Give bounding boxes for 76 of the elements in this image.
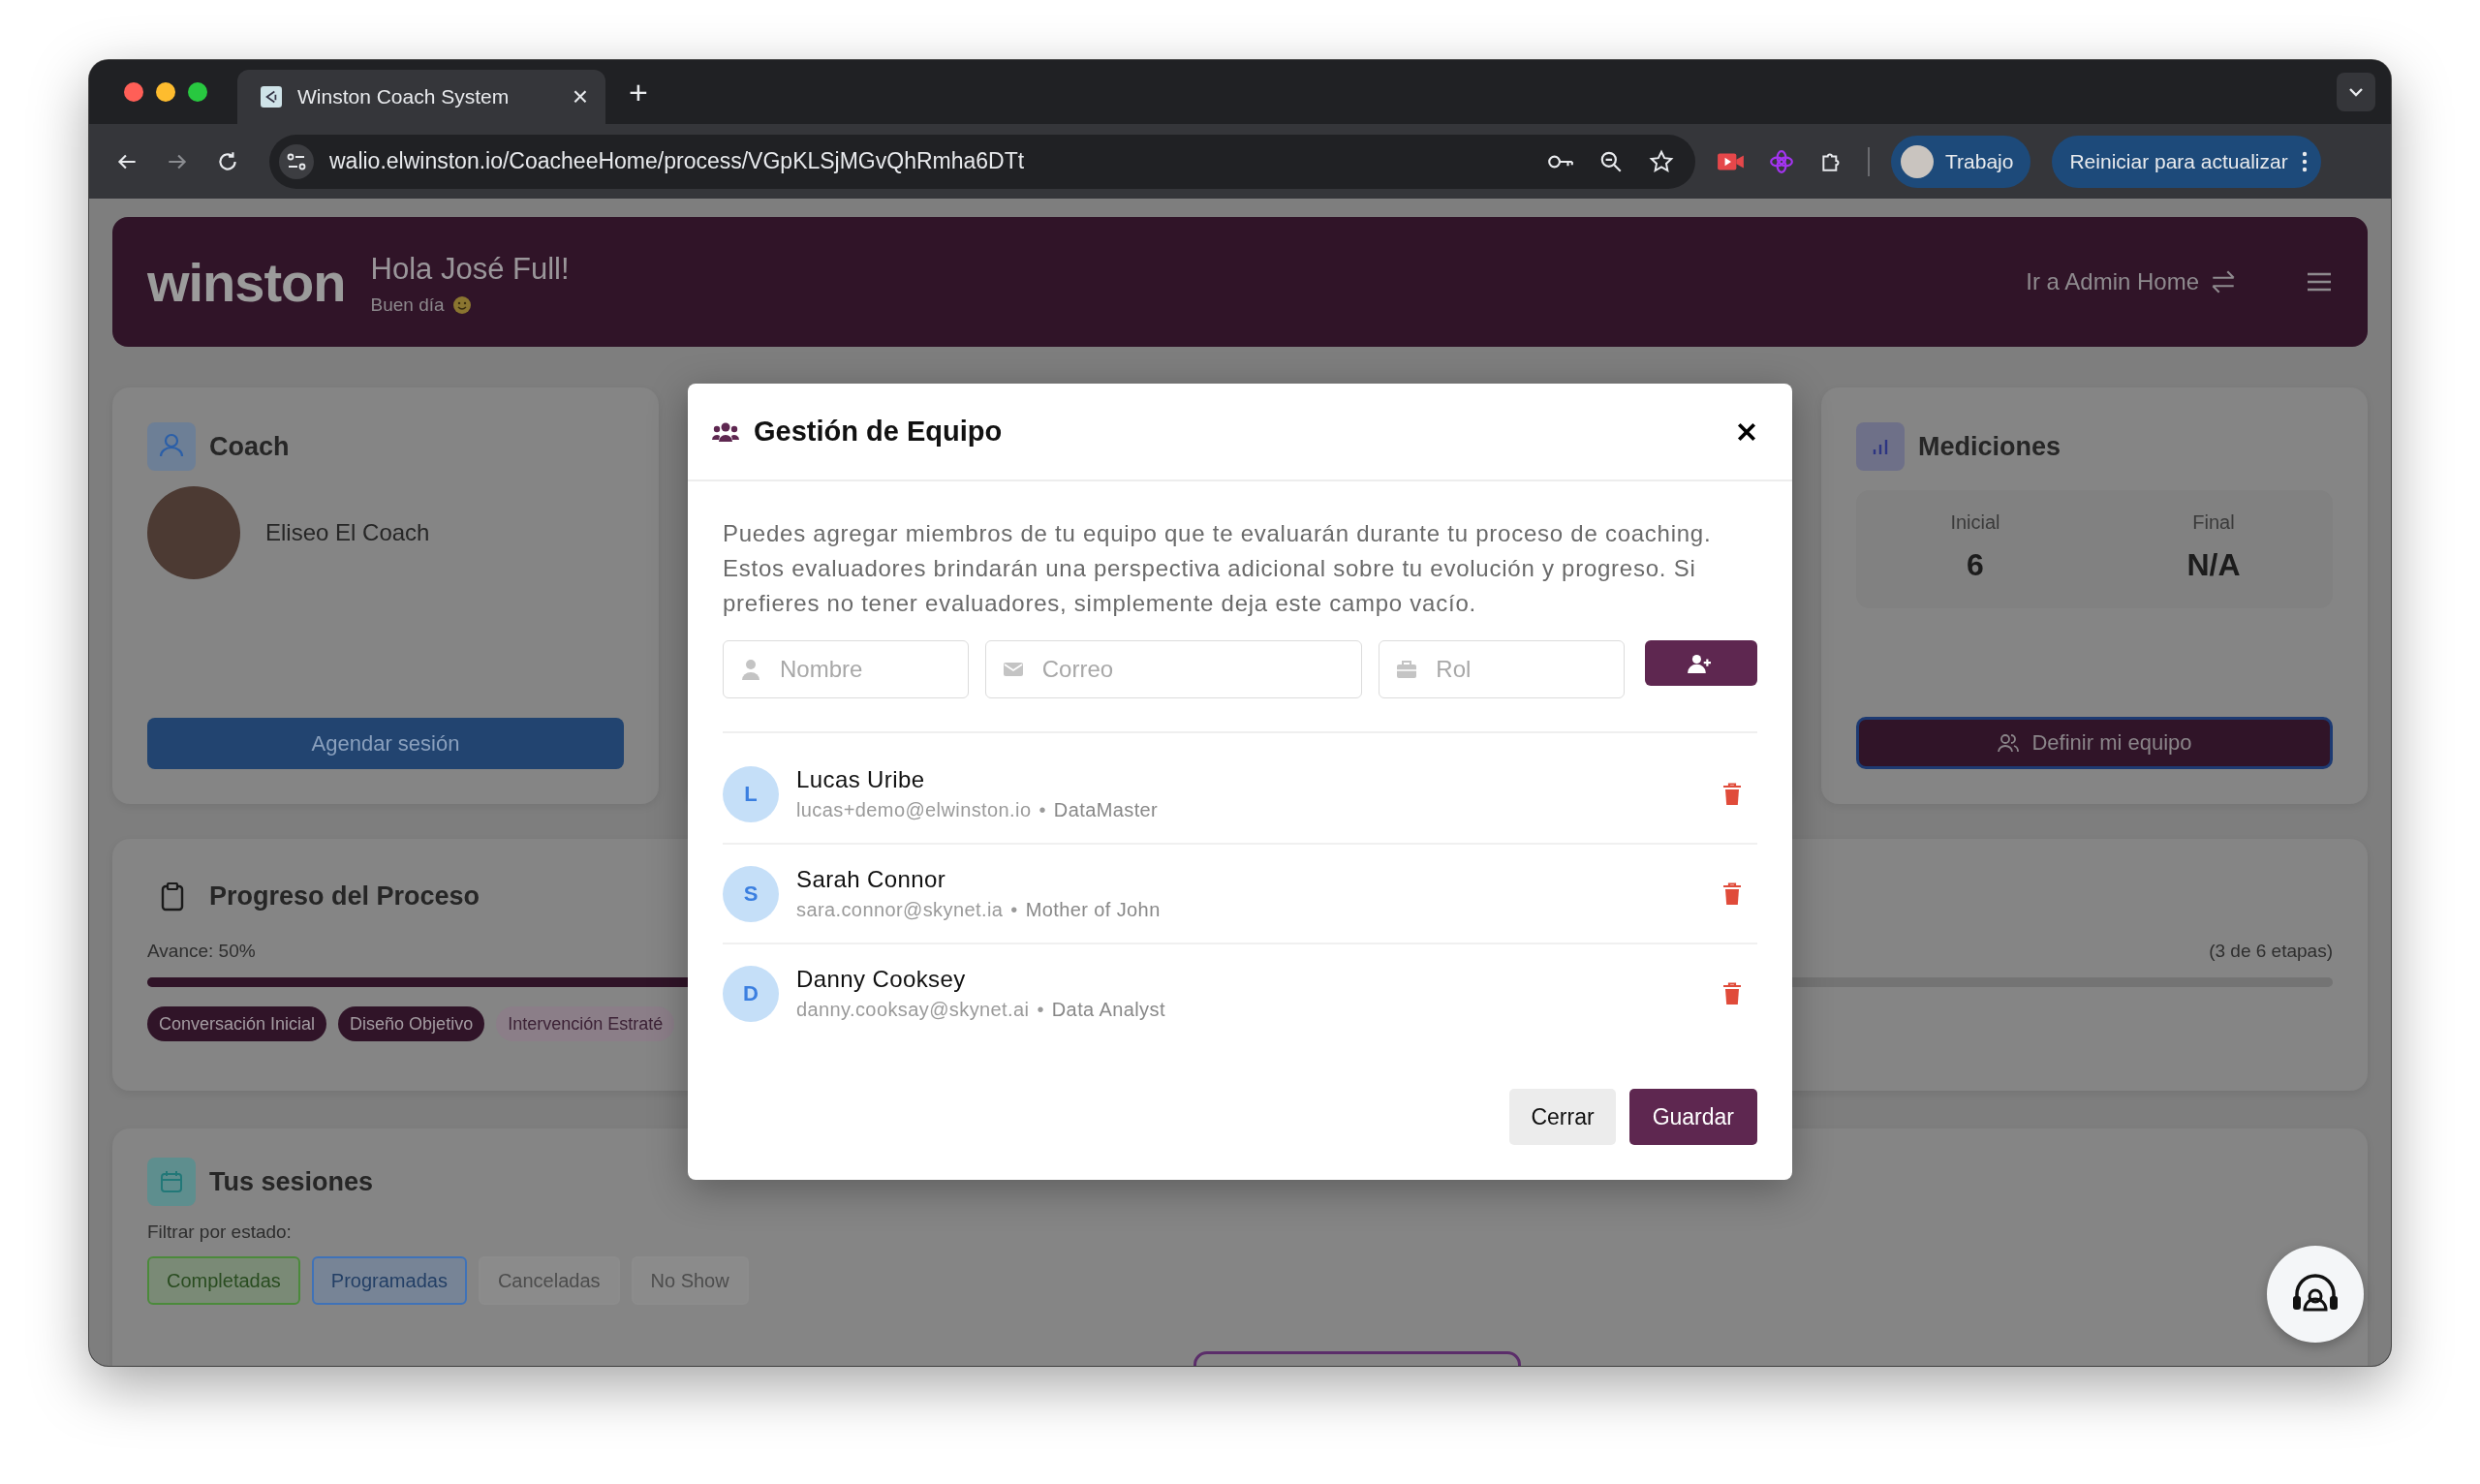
member-email: sara.connor@skynet.ia — [796, 899, 1004, 921]
initial-avatar: L — [723, 765, 779, 822]
stat-label: Final — [2192, 511, 2235, 534]
bookmark-star-icon[interactable] — [1647, 148, 1676, 174]
card-title: Coach — [209, 431, 290, 462]
menu-icon[interactable] — [2306, 271, 2333, 293]
separator-dot: • — [1038, 799, 1046, 821]
browser-tab[interactable]: Winston Coach System × — [237, 70, 605, 124]
separator-dot: • — [1037, 999, 1044, 1021]
person-icon — [740, 659, 761, 680]
update-button[interactable]: Reiniciar para actualizar — [2052, 135, 2321, 188]
new-tab-button[interactable]: + — [629, 76, 648, 108]
greeting: Hola José Full! — [370, 252, 570, 287]
stat-label: Inicial — [1950, 511, 2000, 534]
name-field[interactable]: Nombre — [723, 640, 969, 698]
member-role: Mother of John — [1025, 899, 1161, 921]
briefcase-icon — [1396, 659, 1418, 680]
member-role: DataMaster — [1053, 799, 1159, 821]
bar-chart-icon — [1856, 422, 1905, 471]
role-field[interactable]: Rol — [1379, 640, 1626, 698]
stage-tag: Intervención Estraté — [496, 1006, 675, 1041]
smiley-icon — [451, 295, 472, 315]
profile-avatar-icon — [1901, 144, 1934, 178]
define-team-button[interactable]: Definir mi equipo — [1856, 717, 2333, 769]
group-icon — [711, 420, 740, 443]
calendar-icon — [147, 1158, 196, 1206]
trash-icon[interactable] — [1722, 981, 1742, 1005]
profile-button[interactable]: Trabajo — [1891, 135, 2031, 188]
maximize-window-icon[interactable] — [188, 82, 207, 102]
initial-avatar: S — [723, 865, 779, 922]
member-role: Data Analyst — [1051, 999, 1165, 1021]
clipboard-icon — [161, 881, 184, 912]
minimize-window-icon[interactable] — [156, 82, 175, 102]
site-settings-icon[interactable] — [279, 143, 314, 179]
stage-tag: Diseño Objetivo — [338, 1006, 485, 1041]
tab-search-chevron-icon[interactable] — [2337, 73, 2375, 111]
filter-label: Filtrar por estado: — [147, 1221, 293, 1243]
coach-name: Eliseo El Coach — [265, 519, 430, 546]
logo[interactable]: winston — [147, 250, 346, 314]
greeting-subtitle: Buen día — [370, 294, 445, 316]
member-name: Danny Cooksey — [796, 966, 967, 993]
progress-label: Avance: 50% — [147, 941, 256, 962]
member-name: Sarah Connor — [796, 866, 947, 893]
admin-home-link[interactable]: Ir a Admin Home — [2026, 268, 2238, 295]
save-button[interactable]: Guardar — [1628, 1089, 1757, 1145]
initial-avatar: D — [723, 965, 779, 1022]
trash-icon[interactable] — [1722, 782, 1742, 806]
url-text: walio.elwinston.io/CoacheeHome/process/VGpKLSjMGvQhRmha6DTt — [329, 148, 1025, 174]
close-icon[interactable] — [1736, 420, 1757, 443]
close-window-icon[interactable] — [124, 82, 143, 102]
add-member-button[interactable] — [1645, 640, 1757, 686]
person-icon — [147, 422, 196, 471]
member-name: Lucas Uribe — [796, 766, 926, 793]
close-button[interactable]: Cerrar — [1509, 1089, 1616, 1145]
more-options-icon[interactable] — [2301, 149, 2308, 173]
stages-count: (3 de 6 etapas) — [2209, 941, 2333, 962]
separator-dot: • — [1010, 899, 1018, 921]
card-title: Progreso del Proceso — [209, 881, 480, 912]
trash-icon[interactable] — [1722, 881, 1742, 906]
schedule-session-button[interactable]: Agendar sesión — [147, 718, 624, 769]
stat-value: N/A — [2186, 547, 2241, 583]
stat-value: 6 — [1967, 547, 1984, 583]
people-icon — [1997, 732, 2021, 754]
tab-title: Winston Coach System — [297, 85, 511, 108]
favicon-icon — [261, 86, 282, 108]
card-title: Mediciones — [1918, 431, 2062, 462]
member-email: danny.cooksay@skynet.ai — [796, 999, 1030, 1021]
card-title: Tus sesiones — [209, 1166, 374, 1197]
stage-tag: Conversación Inicial — [147, 1006, 327, 1041]
member-email: lucas+demo@elwinston.io — [796, 799, 1032, 821]
tab-close-button[interactable]: × — [572, 83, 588, 110]
dialog-title: Gestión de Equipo — [754, 416, 1003, 448]
dialog-description: Puedes agregar miembros de tu equipo que te evaluarán durante tu proceso de coaching. Estos evaluadores brindarán una perspectiva adicional sobre tu evolución y progreso. Si prefieres no tener evaluadores, simplemente deja este campo vacío. — [723, 519, 1713, 618]
email-field[interactable]: Correo — [984, 640, 1363, 698]
address-bar[interactable]: walio.elwinston.io/CoacheeHome/process/VGpKLSjMGvQhRmha6DTt — [269, 134, 1695, 189]
flower-icon[interactable] — [1767, 148, 1796, 174]
